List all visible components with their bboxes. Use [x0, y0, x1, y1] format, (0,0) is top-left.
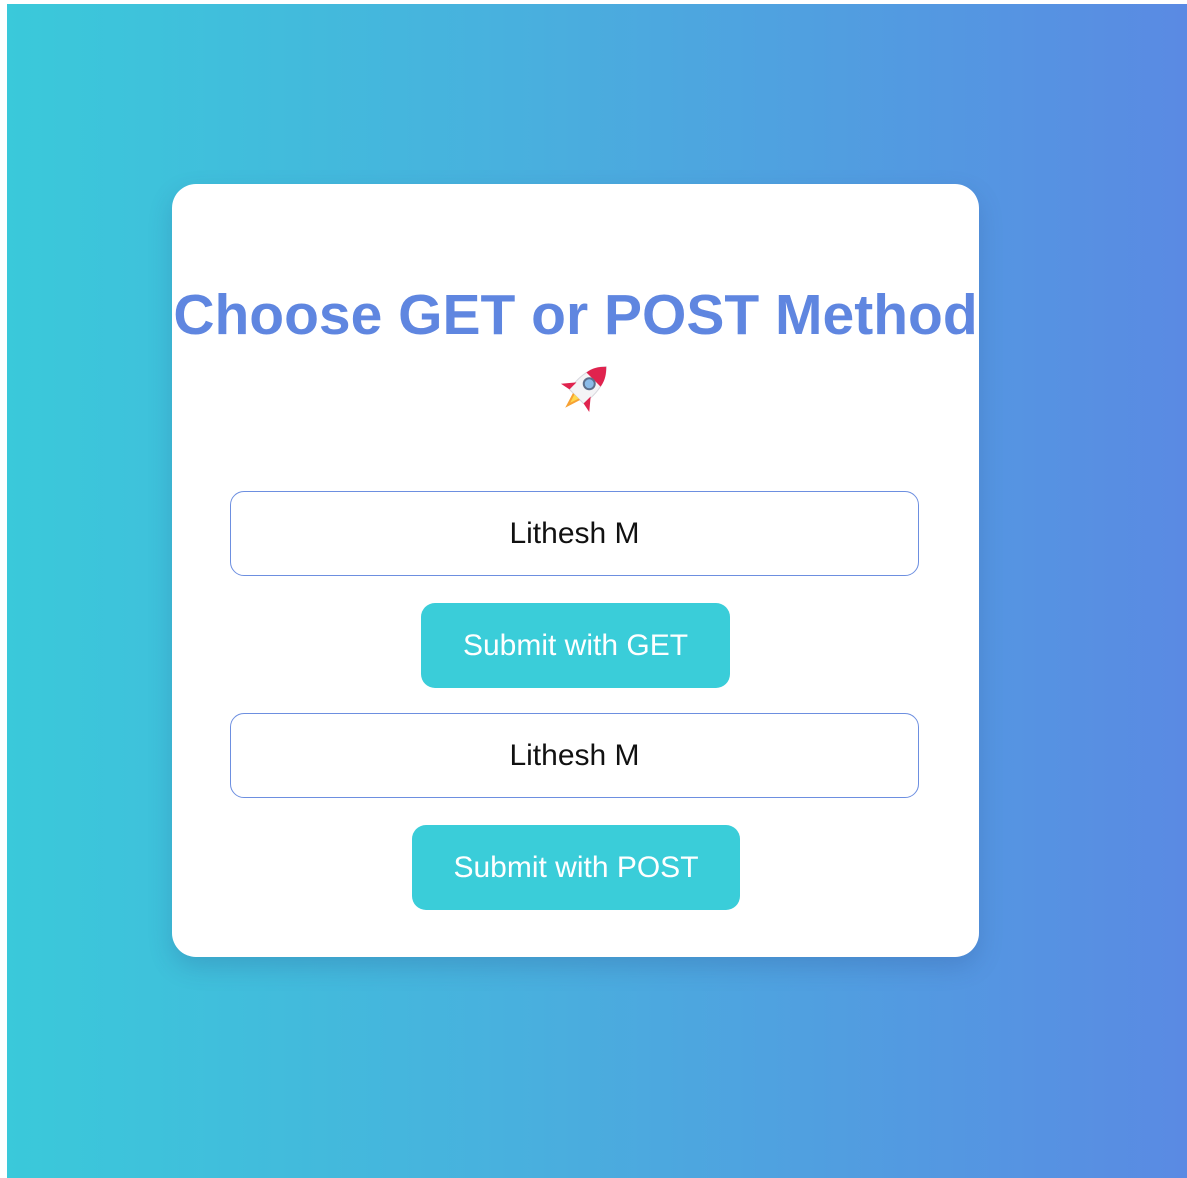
submit-get-button[interactable]: Submit with GET [421, 603, 730, 688]
page-background: Choose GET or POST Method Submit with GE… [7, 4, 1187, 1178]
submit-post-button[interactable]: Submit with POST [412, 825, 740, 910]
page-title-text: Choose GET or POST Method [173, 283, 978, 347]
method-card: Choose GET or POST Method Submit with GE… [172, 184, 979, 957]
page-title: Choose GET or POST Method [172, 278, 979, 426]
get-name-input[interactable] [230, 491, 919, 576]
rocket-icon [560, 366, 607, 412]
post-name-input[interactable] [230, 713, 919, 798]
